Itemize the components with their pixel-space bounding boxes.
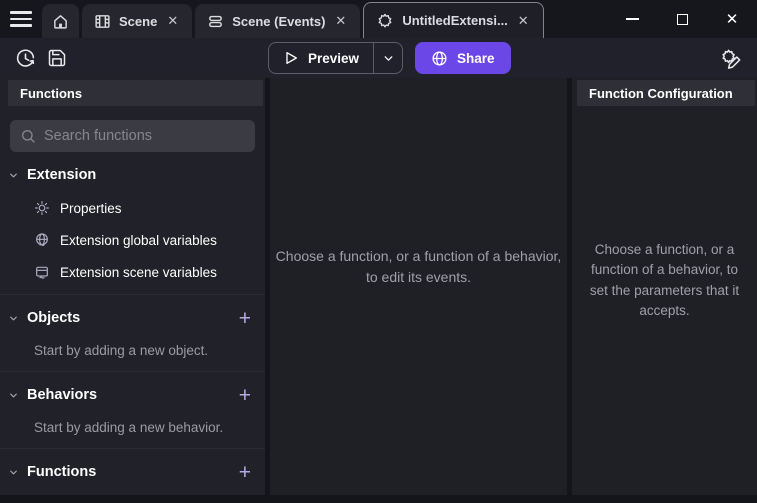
section-title: Behaviors (27, 387, 97, 403)
preview-options-button[interactable] (374, 43, 402, 73)
save-button[interactable] (44, 45, 70, 71)
history-button[interactable] (12, 45, 38, 71)
preview-button[interactable]: Preview (269, 43, 373, 73)
objects-hint: Start by adding a new object. (0, 335, 265, 365)
hamburger-icon (10, 11, 32, 14)
globe-icon (431, 50, 448, 67)
close-icon: ✕ (726, 10, 739, 28)
film-icon (94, 13, 111, 30)
tree-item-extension-scene-variables[interactable]: Extension scene variables (0, 256, 265, 288)
tab-label: Scene (119, 14, 157, 29)
divider (0, 294, 265, 295)
tab-home[interactable] (42, 4, 79, 38)
extension-puzzle-icon (376, 12, 394, 30)
titlebar: Scene ✕ Scene (Events) ✕ UntitledExtensi… (0, 0, 757, 38)
history-clock-icon (15, 48, 36, 69)
close-icon[interactable]: ✕ (333, 11, 348, 31)
tab-scene[interactable]: Scene ✕ (82, 4, 192, 38)
preview-label: Preview (308, 51, 359, 66)
preview-split-button: Preview (268, 42, 403, 74)
chevron-down-icon (382, 52, 395, 65)
function-configuration-panel: Function Configuration Choose a function… (572, 78, 757, 495)
search-icon (20, 128, 36, 144)
globe-variable-icon (34, 232, 50, 248)
section-title: Objects (27, 310, 80, 326)
section-title: Functions (27, 464, 96, 480)
share-label: Share (457, 51, 495, 66)
section-title: Extension (27, 167, 96, 183)
gear-icon (34, 200, 50, 216)
search-functions-input[interactable] (44, 128, 245, 144)
functions-list-panel: Functions Extension (0, 78, 265, 495)
chevron-down-icon (8, 313, 19, 324)
close-icon[interactable]: ✕ (165, 11, 180, 31)
close-icon[interactable]: ✕ (516, 11, 531, 31)
tab-extension-active[interactable]: UntitledExtensi... ✕ (363, 2, 543, 38)
section-functions[interactable]: Functions + (0, 455, 265, 489)
section-objects[interactable]: Objects + (0, 301, 265, 335)
events-placeholder-text: Choose a function, or a function of a be… (270, 246, 567, 287)
scene-variable-icon (34, 264, 50, 280)
window-maximize-button[interactable] (657, 0, 707, 38)
tree-item-label: Extension global variables (60, 233, 217, 248)
configuration-placeholder-text: Choose a function, or a function of a be… (584, 240, 745, 321)
events-editor-panel: Choose a function, or a function of a be… (270, 78, 567, 495)
window-minimize-button[interactable] (607, 0, 657, 38)
minimize-icon (626, 18, 639, 20)
functions-hint: Start by adding a new function. (0, 489, 265, 495)
functions-panel-header: Functions (8, 80, 263, 106)
divider (0, 371, 265, 372)
tree-item-properties[interactable]: Properties (0, 192, 265, 224)
add-object-button[interactable]: + (237, 308, 253, 329)
maximize-icon (677, 14, 688, 25)
chevron-down-icon (8, 390, 19, 401)
toolbar: Preview Share (0, 38, 757, 78)
tab-label: UntitledExtensi... (402, 13, 507, 28)
play-icon (283, 50, 299, 66)
tab-scene-events[interactable]: Scene (Events) ✕ (195, 4, 360, 38)
chevron-down-icon (8, 467, 19, 478)
extension-edit-icon (720, 47, 743, 70)
section-behaviors[interactable]: Behaviors + (0, 378, 265, 412)
tree-item-extension-global-variables[interactable]: Extension global variables (0, 224, 265, 256)
tab-label: Scene (Events) (232, 14, 325, 29)
tab-bar: Scene ✕ Scene (Events) ✕ UntitledExtensi… (42, 0, 544, 38)
save-icon (47, 48, 67, 68)
search-functions-box[interactable] (10, 120, 255, 152)
section-extension[interactable]: Extension (0, 158, 265, 192)
edit-extension-properties-button[interactable] (717, 44, 745, 72)
add-behavior-button[interactable]: + (237, 385, 253, 406)
tree-item-label: Extension scene variables (60, 265, 217, 280)
window-controls: ✕ (607, 0, 757, 38)
home-icon (52, 13, 69, 30)
add-function-button[interactable]: + (237, 462, 253, 483)
share-button[interactable]: Share (415, 42, 511, 74)
tree-item-label: Properties (60, 201, 122, 216)
behaviors-hint: Start by adding a new behavior. (0, 412, 265, 442)
events-sheet-icon (207, 13, 224, 30)
divider (0, 448, 265, 449)
chevron-down-icon (8, 170, 19, 181)
main-menu-button[interactable] (10, 2, 34, 36)
main-area: Functions Extension (0, 78, 757, 503)
panel-title: Functions (20, 86, 82, 101)
window-close-button[interactable]: ✕ (707, 0, 757, 38)
